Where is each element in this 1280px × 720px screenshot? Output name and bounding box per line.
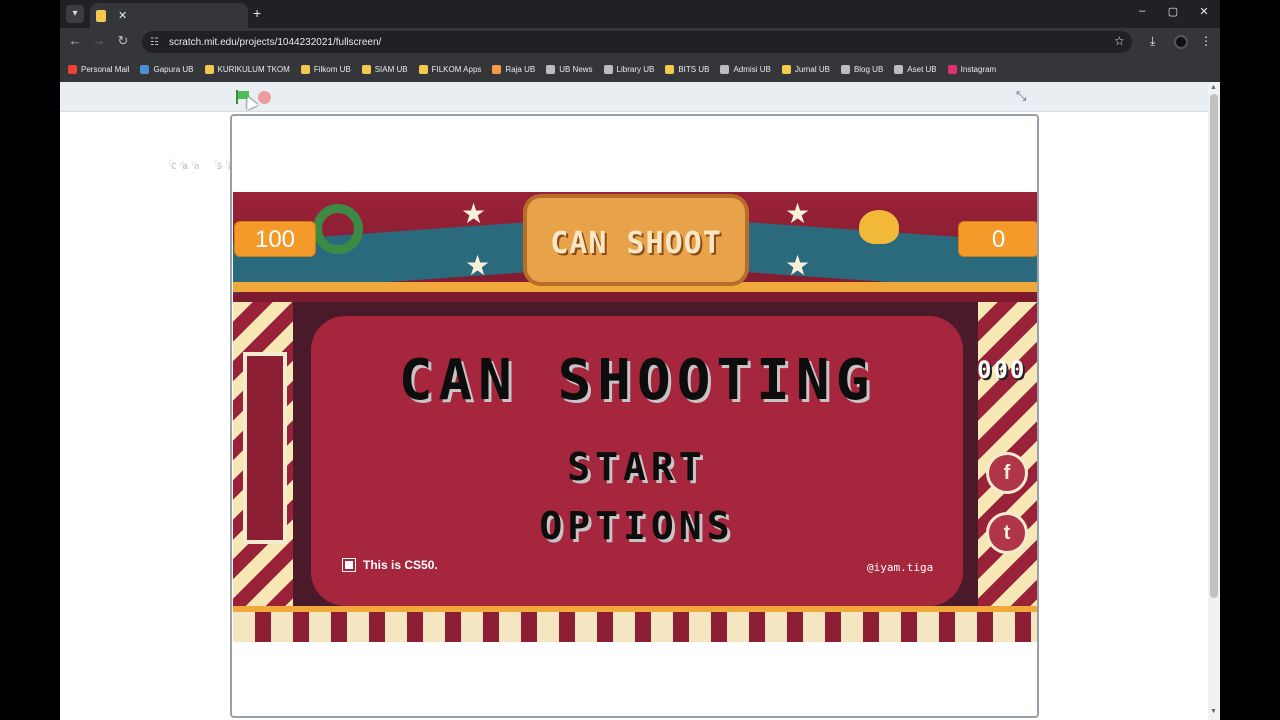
bookmark-label: Personal Mail — [81, 64, 130, 74]
bookmark-item[interactable]: FILKOM Apps — [418, 64, 482, 74]
bookmark-label: SIAM UB — [374, 64, 408, 74]
bookmark-label: KURIKULUM TKOM — [217, 64, 290, 74]
profile-avatar[interactable] — [1174, 35, 1188, 49]
reload-icon[interactable]: ↻ — [114, 33, 132, 49]
browser-window: ▾ Can Shooting by IyamTiga on Scratch ✕ … — [60, 0, 1220, 720]
close-window-button[interactable]: ✕ — [1194, 5, 1214, 18]
bookmark-label: Aset UB — [907, 64, 937, 74]
scroll-down-icon[interactable]: ▼ — [1210, 708, 1217, 715]
tab-close-icon[interactable]: ✕ — [118, 9, 127, 22]
ammo-counter: 000 — [977, 356, 1027, 384]
menu-dots-icon[interactable]: ⋮ — [1200, 34, 1212, 48]
site-info-icon[interactable]: ☷ — [150, 37, 159, 48]
bookmark-favicon-icon — [781, 64, 791, 74]
start-button[interactable]: START — [311, 445, 963, 489]
power-meter — [243, 352, 287, 544]
minimize-button[interactable]: – — [1132, 5, 1152, 17]
scroll-up-icon[interactable]: ▲ — [1210, 84, 1217, 91]
new-tab-button[interactable]: + — [253, 5, 261, 21]
bookmark-favicon-icon — [894, 64, 904, 74]
scratch-favicon-icon — [96, 9, 106, 22]
bookmarks-bar: Personal Mail Gapura UB KURIKULUM TKOM Filk… — [60, 56, 1220, 82]
bookmark-favicon-icon — [68, 64, 77, 74]
star-icon: ★ — [785, 198, 811, 229]
bookmark-item[interactable]: Library UB — [603, 64, 655, 74]
game-title: CAN SHOOTING — [398, 348, 876, 413]
sign-text: CAN SHOOT — [550, 226, 722, 261]
restore-button[interactable]: ▢ — [1163, 5, 1183, 18]
bookmark-favicon-icon — [720, 64, 730, 74]
bookmark-item[interactable]: Jurnal UB — [781, 64, 830, 74]
bookmark-label: Library UB — [616, 64, 655, 74]
duck-icon — [859, 210, 899, 244]
bookmark-item[interactable]: Blog UB — [840, 64, 884, 74]
bookmark-item[interactable]: Gapura UB — [140, 64, 194, 74]
bookmark-label: UB News — [559, 64, 593, 74]
forward-arrow-icon[interactable]: → — [90, 33, 108, 48]
bookmark-favicon-icon — [204, 64, 214, 74]
bookmark-item[interactable]: SIAM UB — [361, 64, 408, 74]
bookmark-label: Admisi UB — [733, 64, 771, 74]
bookmark-favicon-icon — [665, 64, 675, 74]
twitter-icon[interactable]: t — [986, 512, 1028, 554]
floor-edge — [233, 606, 1037, 612]
bookmark-favicon-icon — [418, 64, 428, 74]
cs50-credit-text: This is CS50. — [363, 558, 438, 572]
bookmark-item[interactable]: Filkom UB — [300, 64, 351, 74]
scratch-controls-bar: ⤡ — [60, 82, 1208, 112]
bookmark-item[interactable]: KURIKULUM TKOM — [204, 64, 290, 74]
bookmark-favicon-icon — [300, 64, 310, 74]
bookmark-item[interactable]: UB News — [546, 64, 593, 74]
back-arrow-icon[interactable]: ← — [66, 33, 84, 48]
address-bar[interactable]: ☷ scratch.mit.edu/projects/1044232021/fu… — [142, 31, 1132, 53]
cs50-logo-icon — [342, 558, 356, 572]
bookmark-star-icon[interactable]: ☆ — [1114, 34, 1125, 48]
author-credit: @iyam.tiga — [867, 561, 934, 574]
exit-fullscreen-icon[interactable]: ⤡ — [1016, 88, 1026, 104]
bookmark-favicon-icon — [140, 64, 150, 74]
facebook-icon[interactable]: f — [986, 452, 1028, 494]
can-shoot-sign: CAN SHOOT — [523, 194, 749, 286]
scrollbar-thumb[interactable] — [1210, 94, 1218, 598]
bookmark-favicon-icon — [840, 64, 850, 74]
bookmark-item[interactable]: Personal Mail — [68, 64, 130, 74]
bookmark-label: Raja UB — [505, 64, 536, 74]
game-stage[interactable]: ★ ★ ★ ★ CAN SHOOT 100 0 CAN SHOOTING STA… — [233, 192, 1037, 642]
tab-strip: ▾ Can Shooting by IyamTiga on Scratch ✕ … — [60, 0, 1220, 169]
bookmark-favicon-icon — [546, 64, 556, 74]
bookmark-item[interactable]: Admisi UB — [720, 64, 771, 74]
bookmark-favicon-icon — [603, 64, 613, 74]
bookmark-item[interactable]: Raja UB — [492, 64, 536, 74]
score-left: 100 — [234, 221, 316, 257]
cs50-credit: This is CS50. — [342, 558, 438, 572]
tab-active[interactable]: Can Shooting by IyamTiga on Scratch ✕ — [90, 3, 286, 169]
bookmark-favicon-icon — [361, 64, 371, 74]
tab-search-button[interactable]: ▾ — [66, 5, 84, 23]
stop-icon[interactable] — [258, 91, 271, 104]
bookmark-favicon-icon — [492, 64, 502, 74]
wreath-icon — [313, 204, 363, 254]
star-icon: ★ — [465, 250, 491, 281]
bookmark-label: FILKOM Apps — [431, 64, 482, 74]
bookmark-item[interactable]: Instagram — [947, 64, 997, 74]
star-icon: ★ — [785, 250, 811, 281]
page-scrollbar[interactable]: ▲ ▼ — [1208, 82, 1220, 720]
bookmark-label: Gapura UB — [153, 64, 194, 74]
bookmark-label: Filkom UB — [313, 64, 351, 74]
score-right: 0 — [958, 221, 1037, 257]
download-icon[interactable]: ⤓ — [1150, 34, 1155, 49]
options-button[interactable]: OPTIONS — [311, 504, 963, 548]
bookmark-item[interactable]: BITS UB — [665, 64, 710, 74]
bookmark-item[interactable]: Aset UB — [894, 64, 937, 74]
star-icon: ★ — [461, 198, 487, 229]
bookmark-label: Instagram — [960, 64, 997, 74]
bookmark-label: Jurnal UB — [794, 64, 830, 74]
address-url: scratch.mit.edu/projects/1044232021/full… — [168, 36, 382, 48]
bookmark-label: BITS UB — [678, 64, 710, 74]
stage-frame: ★ ★ ★ ★ CAN SHOOT 100 0 CAN SHOOTING STA… — [230, 114, 1039, 718]
bookmark-favicon-icon — [947, 64, 957, 74]
bookmark-label: Blog UB — [853, 64, 884, 74]
